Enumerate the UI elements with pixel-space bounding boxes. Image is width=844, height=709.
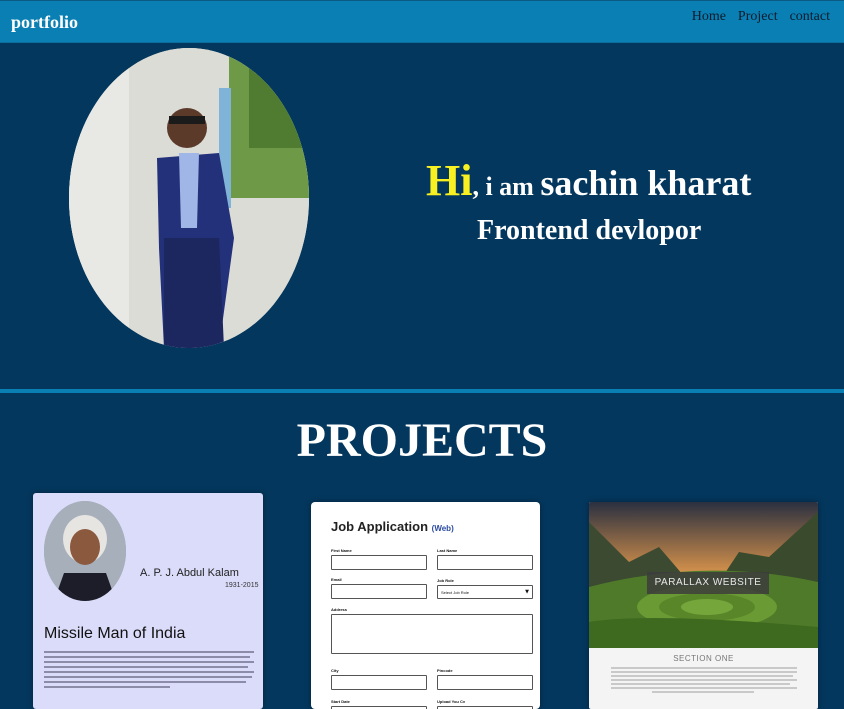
greeting-heading: Hi, i am sachin kharat [426,155,751,206]
pincode-field[interactable] [437,675,533,690]
kalam-heading: Missile Man of India [44,625,186,642]
city-label: City [331,668,339,673]
job-role-label: Job Role [437,578,454,583]
project-card-parallax[interactable]: PARALLAX WEBSITE SECTION ONE [589,502,818,709]
hero-section: Hi, i am sachin kharat Frontend devlopor [0,43,844,389]
role-subtitle: Frontend devlopor [477,215,702,246]
first-name-label: First Name [331,548,352,553]
job-form-tag: (Web) [431,524,454,533]
city-field[interactable] [331,675,427,690]
projects-section: PROJECTS A. P. J. Abdul Kalam 1931-2015 … [0,393,844,709]
chevron-down-icon: ▼ [525,589,529,595]
pincode-label: Pincode [437,668,453,673]
job-role-value: Select Job Role [441,590,470,595]
section-one-heading: SECTION ONE [673,654,734,663]
kalam-name: A. P. J. Abdul Kalam [140,567,239,579]
greeting-hi: Hi [426,156,473,205]
first-name-field[interactable] [331,555,427,570]
parallax-paragraph-lines [611,667,797,695]
project-card-job-application[interactable]: Job Application (Web) First Name Last Na… [311,502,540,709]
project-card-kalam[interactable]: A. P. J. Abdul Kalam 1931-2015 Missile M… [33,493,263,709]
job-form-title: Job Application (Web) [331,519,454,534]
projects-title: PROJECTS [296,414,548,467]
nav-link-home[interactable]: Home [692,9,726,25]
parallax-title-label: PARALLAX WEBSITE [647,572,769,594]
brand-logo[interactable]: portfolio [11,12,78,33]
nav-link-contact[interactable]: contact [790,9,830,25]
job-role-select[interactable]: Select Job Role ▼ [437,585,533,599]
email-field[interactable] [331,584,427,599]
kalam-paragraph-lines [44,651,254,691]
profile-photo [69,48,309,348]
start-date-label: Start Date [331,699,350,704]
greeting-iam: , i am [472,172,541,201]
kalam-portrait-image [44,501,126,601]
nav-links: Home Project contact [692,9,830,25]
address-field[interactable] [331,614,533,654]
email-label: Email [331,577,342,582]
navbar: portfolio Home Project contact [0,0,844,43]
last-name-field[interactable] [437,555,533,570]
last-name-label: Last Name [437,548,458,553]
kalam-years: 1931-2015 [225,582,259,589]
address-label: Address [331,607,348,612]
nav-link-project[interactable]: Project [738,9,778,25]
upload-cv-label: Upload You Cv [437,699,466,704]
greeting-name: sachin kharat [540,163,752,203]
